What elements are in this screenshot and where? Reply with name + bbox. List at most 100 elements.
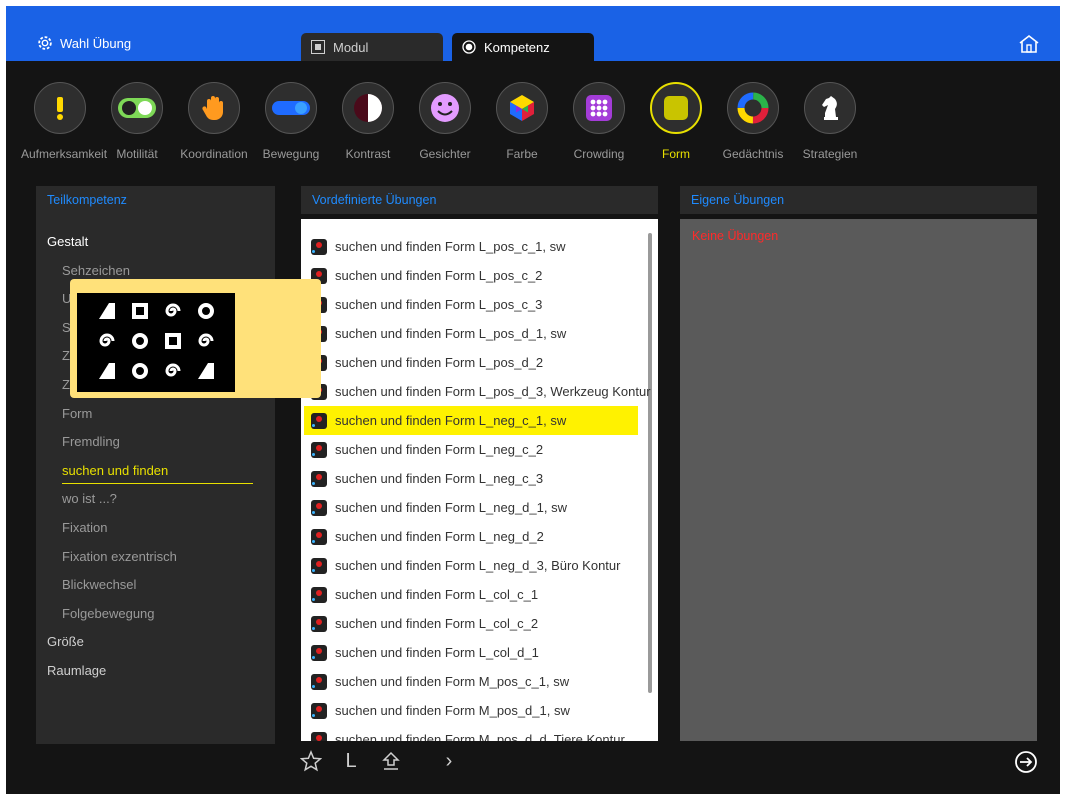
upload-icon[interactable] xyxy=(380,750,402,772)
tree-item[interactable]: wo ist ...? xyxy=(36,485,275,514)
exercise-item[interactable]: suchen und finden Form L_col_c_1 xyxy=(304,580,638,609)
exercise-item[interactable]: suchen und finden Form L_pos_d_1, sw xyxy=(304,319,638,348)
knight-icon xyxy=(804,82,856,134)
exercise-label: suchen und finden Form L_col_c_1 xyxy=(335,587,539,602)
tab-modul[interactable]: Modul xyxy=(301,33,443,61)
exercise-item[interactable]: suchen und finden Form L_neg_c_3 xyxy=(304,464,638,493)
exercise-label: suchen und finden Form M_pos_d_1, sw xyxy=(335,703,570,718)
home-icon[interactable] xyxy=(1018,34,1040,54)
scrollbar[interactable] xyxy=(648,233,652,693)
competence-gesichter[interactable]: Gesichter xyxy=(406,82,484,161)
preview-shape xyxy=(99,363,115,379)
preview-shape xyxy=(132,303,148,319)
exercise-item[interactable]: suchen und finden Form M_pos_d_1, sw xyxy=(304,696,638,725)
color-cube-icon xyxy=(496,82,548,134)
exercise-label: suchen und finden Form L_neg_d_3, Büro K… xyxy=(335,558,621,573)
vordefinierte-header: Vordefinierte Übungen xyxy=(301,186,658,214)
exercise-item[interactable]: suchen und finden Form L_pos_d_3, Werkze… xyxy=(304,377,651,406)
competence-bewegung[interactable]: Bewegung xyxy=(252,82,330,161)
competence-form[interactable]: Form xyxy=(637,82,715,161)
exercise-item[interactable]: suchen und finden Form L_neg_d_2 xyxy=(304,522,638,551)
competence-label: Form xyxy=(662,147,690,161)
exercise-label: suchen und finden Form L_pos_c_3 xyxy=(335,297,543,312)
exercise-item[interactable]: suchen und finden Form M_pos_c_1, sw xyxy=(304,667,638,696)
module-square-icon xyxy=(311,40,325,54)
tree-item[interactable]: Form xyxy=(36,400,275,429)
competence-farbe[interactable]: Farbe xyxy=(483,82,561,161)
competence-strategien[interactable]: Strategien xyxy=(791,82,869,161)
exercise-type-icon xyxy=(311,441,327,458)
exercise-label: suchen und finden Form M_pos_c_1, sw xyxy=(335,674,570,689)
tree-item[interactable]: Blickwechsel xyxy=(36,571,275,600)
exercise-item[interactable]: suchen und finden Form L_pos_c_1, sw xyxy=(304,232,638,261)
exercise-type-icon xyxy=(311,499,327,516)
app-title[interactable]: Wahl Übung xyxy=(36,34,131,52)
teilkompetenz-header: Teilkompetenz xyxy=(36,186,275,214)
tree-item-selected[interactable]: suchen und finden xyxy=(36,457,275,486)
exercise-type-icon xyxy=(311,238,327,255)
exercise-item[interactable]: suchen und finden Form L_col_d_1 xyxy=(304,638,638,667)
competence-label: Crowding xyxy=(573,147,625,161)
contrast-icon xyxy=(342,82,394,134)
competence-crowding[interactable]: Crowding xyxy=(560,82,638,161)
tab-modul-label: Modul xyxy=(333,39,369,55)
exercise-item[interactable]: suchen und finden Form L_pos_c_3 xyxy=(304,290,638,319)
tab-kompetenz-label: Kompetenz xyxy=(484,39,550,55)
l-button[interactable]: L xyxy=(340,750,362,772)
competence-label: Farbe xyxy=(506,147,538,161)
gear-icon xyxy=(38,36,52,50)
tree-item[interactable]: Raumlage xyxy=(36,657,275,686)
competence-koordination[interactable]: Koordination xyxy=(175,82,253,161)
tree-item[interactable]: Folgebewegung xyxy=(36,600,275,629)
exercise-item[interactable]: suchen und finden Form M_pos_d_d, Tiere … xyxy=(304,725,638,741)
exercise-type-icon xyxy=(311,586,327,603)
tree-item[interactable]: Größe xyxy=(36,628,275,657)
exercise-item[interactable]: suchen und finden Form L_pos_c_2 xyxy=(304,261,638,290)
tree-item[interactable]: Fixation xyxy=(36,514,275,543)
hand-icon xyxy=(188,82,240,134)
competence-aufmerksamkeit[interactable]: Aufmerksamkeit xyxy=(21,82,107,161)
preview-popup xyxy=(70,279,321,398)
app-title-text: Wahl Übung xyxy=(60,35,132,51)
tab-kompetenz[interactable]: Kompetenz xyxy=(452,33,594,61)
memory-ring-icon xyxy=(727,82,779,134)
exercise-type-icon xyxy=(311,528,327,545)
exercise-type-icon xyxy=(311,557,327,574)
exercise-label: suchen und finden Form M_pos_d_d, Tiere … xyxy=(335,732,625,741)
bottom-toolbar: L › xyxy=(300,750,460,772)
exercise-item[interactable]: suchen und finden Form L_neg_d_1, sw xyxy=(304,493,638,522)
competence-label: Bewegung xyxy=(262,147,320,161)
preview-thumbnail xyxy=(77,293,235,392)
tree-item-label: suchen und finden xyxy=(62,459,253,484)
competence-label: Gedächtnis xyxy=(722,147,784,161)
competence-label: Strategien xyxy=(802,147,858,161)
competence-kontrast[interactable]: Kontrast xyxy=(329,82,407,161)
preview-shape xyxy=(165,333,181,349)
exercise-item[interactable]: suchen und finden Form L_neg_c_2 xyxy=(304,435,638,464)
eigene-header: Eigene Übungen xyxy=(680,186,1037,214)
exercise-item[interactable]: suchen und finden Form L_neg_c_1, sw xyxy=(304,406,638,435)
competence-label: Motilität xyxy=(116,147,158,161)
exercise-item[interactable]: suchen und finden Form L_col_c_2 xyxy=(304,609,638,638)
exercise-list[interactable]: suchen und finden Form L_pos_c_1, sw such… xyxy=(301,219,658,741)
exercise-type-icon xyxy=(311,412,327,429)
preview-shape xyxy=(198,363,214,379)
exercise-label: suchen und finden Form L_neg_c_3 xyxy=(335,471,544,486)
competence-gedaechtnis[interactable]: Gedächtnis xyxy=(714,82,792,161)
tree-item[interactable]: Fixation exzentrisch xyxy=(36,543,275,572)
preview-shape xyxy=(99,303,115,319)
exercise-item[interactable]: suchen und finden Form L_neg_d_3, Büro K… xyxy=(304,551,638,580)
exercise-label: suchen und finden Form L_neg_c_2 xyxy=(335,442,544,457)
exercise-label: suchen und finden Form L_pos_c_2 xyxy=(335,268,543,283)
competence-row: Aufmerksamkeit Motilität Koordination Be… xyxy=(6,82,886,172)
chevron-right-button[interactable]: › xyxy=(438,750,460,772)
competence-label: Gesichter xyxy=(419,147,471,161)
next-arrow-icon[interactable] xyxy=(1014,750,1038,774)
exercise-item[interactable]: suchen und finden Form L_pos_d_2 xyxy=(304,348,638,377)
tree-item[interactable]: Fremdling xyxy=(36,428,275,457)
competence-motilitaet[interactable]: Motilität xyxy=(98,82,176,161)
tree-item[interactable]: Gestalt xyxy=(36,228,275,257)
star-icon[interactable] xyxy=(300,750,322,772)
exclamation-icon xyxy=(34,82,86,134)
square-icon xyxy=(650,82,702,134)
